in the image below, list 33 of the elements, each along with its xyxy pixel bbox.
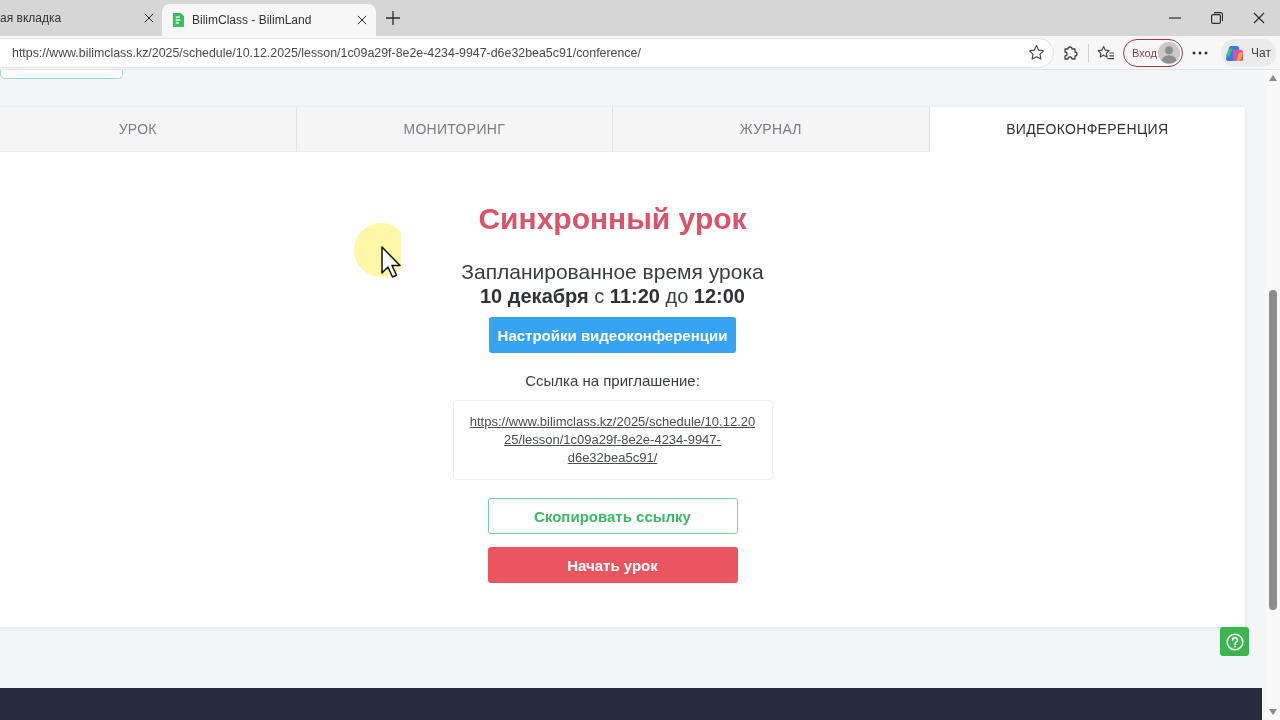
close-icon[interactable] — [357, 15, 367, 25]
restore-icon — [1211, 12, 1223, 24]
lesson-title: Синхронный урок — [478, 201, 747, 237]
close-icon — [1253, 12, 1265, 24]
question-icon — [1225, 632, 1244, 651]
scrollbar-thumb[interactable] — [1268, 290, 1277, 610]
page-tab[interactable]: МОНИТОРИНГ — [296, 107, 613, 152]
scroll-up-icon[interactable] — [1268, 75, 1277, 81]
minimize-icon — [1169, 17, 1181, 19]
scroll-down-icon[interactable] — [1268, 709, 1277, 715]
address-bar[interactable]: https://www.bilimclass.kz/2025/schedule/10.12.2025/lesson/1c09a29f-8e2e-4234-9947-d6e32bea5c91/conference/ — [0, 37, 1054, 68]
invite-link[interactable]: https://www.bilimclass.kz/2025/schedule/10.12.2025/lesson/1c09a29f-8e2e-4234-9947-d6e32bea5c91/ — [467, 413, 758, 467]
schedule-label: Запланированное время урока — [461, 260, 764, 284]
help-button[interactable] — [1220, 627, 1249, 656]
puzzle-icon[interactable] — [1062, 44, 1079, 61]
favorites-icon[interactable] — [1097, 44, 1115, 61]
page-tab[interactable]: ВИДЕОКОНФЕРЕНЦИЯ — [929, 107, 1245, 152]
star-icon[interactable] — [1028, 44, 1045, 61]
more-icon[interactable] — [1192, 50, 1208, 55]
page-tab[interactable]: УРОК — [0, 107, 297, 152]
start-lesson-button[interactable]: Начать урок — [487, 547, 738, 583]
invite-label: Ссылка на приглашение: — [525, 372, 700, 390]
close-icon[interactable] — [144, 13, 154, 23]
chat-button[interactable]: Чат — [1221, 38, 1276, 67]
schedule-time: 10 декабря с 11:20 до 12:00 — [480, 284, 745, 308]
page-tab[interactable]: ЖУРНАЛ — [613, 107, 930, 152]
new-tab-icon[interactable] — [386, 11, 400, 25]
browser-tab[interactable]: BilimClass - BilimLand — [162, 4, 376, 36]
petal-logo-icon — [1225, 43, 1244, 62]
mouse-cursor-icon — [354, 222, 401, 278]
url-text: https://www.bilimclass.kz/2025/schedule/10.12.2025/lesson/1c09a29f-8e2e-4234-9947-d6e32bea5c91/conference/ — [12, 45, 642, 60]
browser-tab[interactable]: ая вкладка — [0, 4, 160, 36]
avatar-icon — [1158, 41, 1180, 64]
